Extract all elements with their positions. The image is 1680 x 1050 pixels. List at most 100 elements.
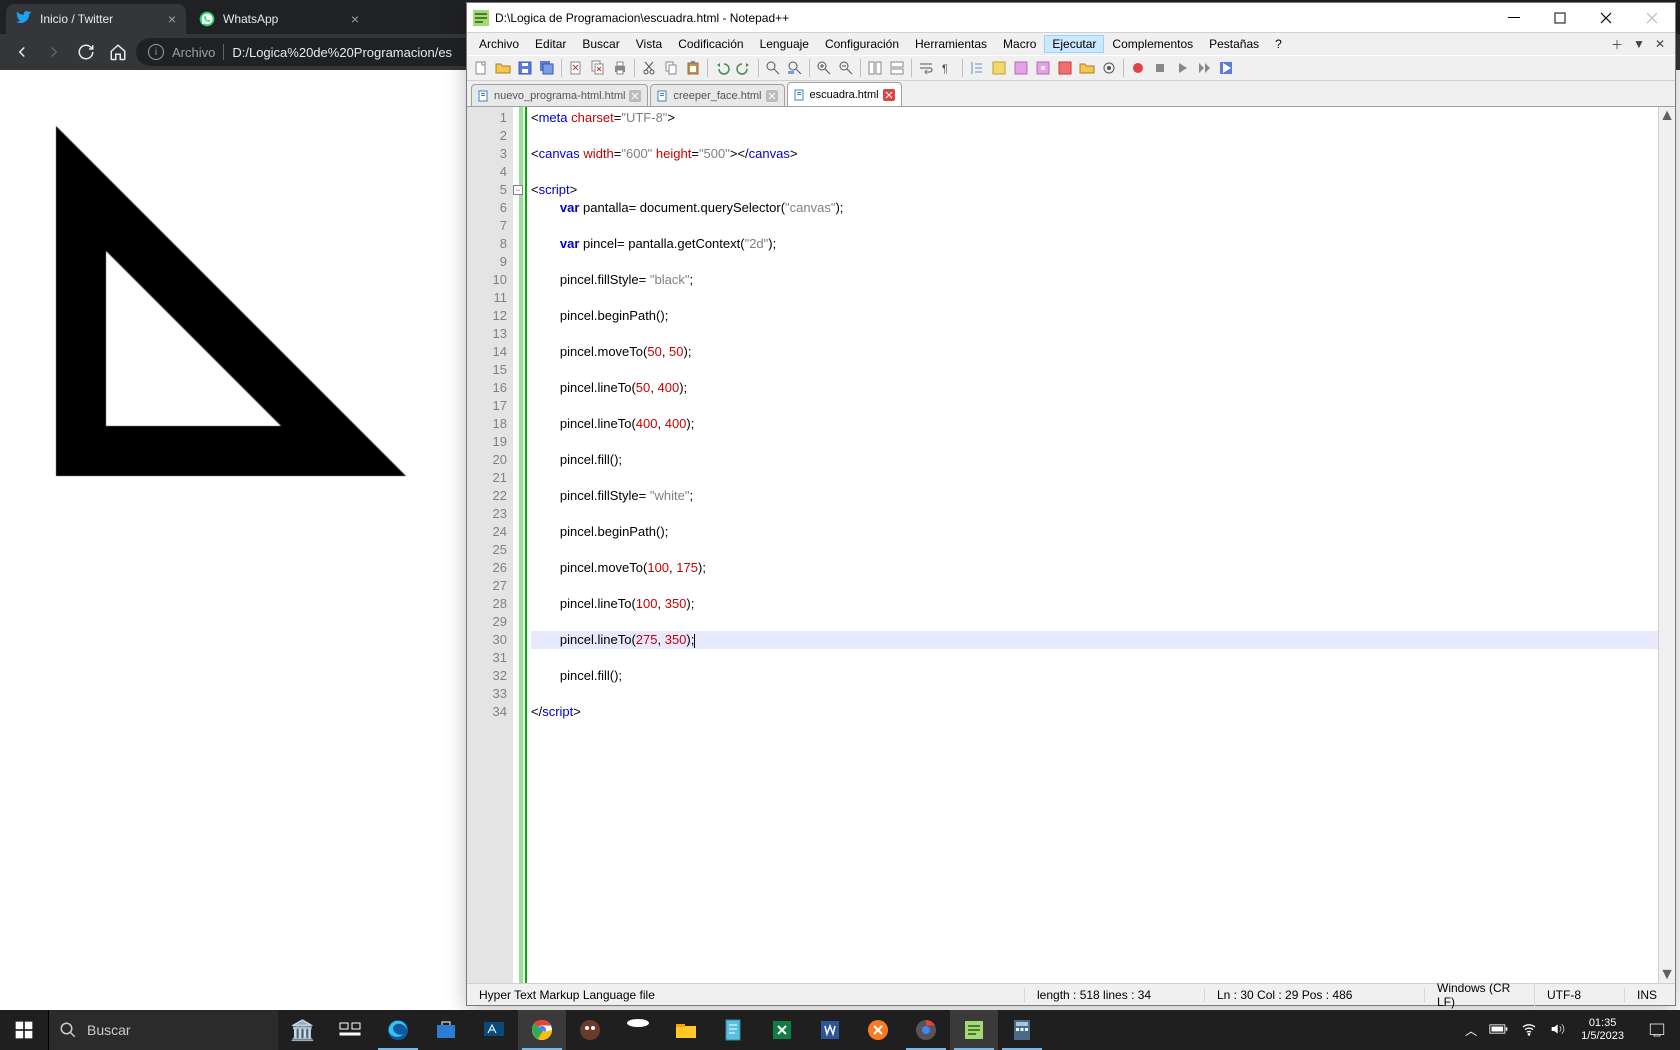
lang-format-icon[interactable] — [989, 58, 1009, 78]
code-line[interactable]: </script> — [531, 703, 1658, 721]
taskbar-gimp[interactable] — [566, 1010, 614, 1050]
taskbar-notepad[interactable] — [710, 1010, 758, 1050]
code-line[interactable]: pincel.lineTo(400, 400); — [531, 415, 1658, 433]
code-line[interactable] — [531, 127, 1658, 145]
notification-button[interactable] — [1634, 1010, 1680, 1050]
taskbar-notepadpp[interactable] — [950, 1010, 998, 1050]
file-tab[interactable]: escuadra.html — [787, 82, 902, 106]
fold-margin[interactable]: − — [513, 107, 527, 983]
tray-wifi-icon[interactable] — [1515, 1021, 1543, 1040]
code-line[interactable] — [531, 649, 1658, 667]
menu-codificación[interactable]: Codificación — [670, 35, 751, 53]
record-macro-icon[interactable] — [1128, 58, 1148, 78]
copy-icon[interactable] — [661, 58, 681, 78]
menu-herramientas[interactable]: Herramientas — [907, 35, 995, 53]
wordwrap-icon[interactable] — [916, 58, 936, 78]
chevron-down-icon[interactable]: ▼ — [1633, 37, 1645, 51]
menu-ejecutar[interactable]: Ejecutar — [1044, 35, 1104, 53]
taskbar-samsung[interactable] — [614, 1010, 662, 1050]
close-icon[interactable]: × — [168, 11, 176, 27]
taskbar-word[interactable] — [806, 1010, 854, 1050]
taskbar-chrome2[interactable] — [902, 1010, 950, 1050]
function-list-icon[interactable] — [1011, 58, 1031, 78]
code-line[interactable]: pincel.lineTo(50, 400); — [531, 379, 1658, 397]
code-line[interactable] — [531, 505, 1658, 523]
chrome-tab-twitter[interactable]: Inicio / Twitter × — [6, 4, 186, 34]
code-line[interactable]: pincel.fill(); — [531, 667, 1658, 685]
doc-map-icon[interactable] — [1055, 58, 1075, 78]
maximize-button[interactable] — [1537, 3, 1583, 32]
print-icon[interactable] — [610, 58, 630, 78]
taskbar-weather[interactable]: 🏛️ — [278, 1010, 326, 1050]
taskbar-taskview[interactable] — [326, 1010, 374, 1050]
minimize-button[interactable] — [1491, 3, 1537, 32]
npp-titlebar[interactable]: D:\Logica de Programacion\escuadra.html … — [467, 3, 1675, 33]
code-line[interactable] — [531, 577, 1658, 595]
close-icon[interactable] — [629, 90, 641, 102]
menu-macro[interactable]: Macro — [995, 35, 1044, 53]
menu-?[interactable]: ? — [1267, 35, 1290, 53]
code-line[interactable]: <meta charset="UTF-8"> — [531, 109, 1658, 127]
menu-configuración[interactable]: Configuración — [817, 35, 907, 53]
tray-volume-icon[interactable] — [1543, 1021, 1571, 1040]
code-line[interactable]: pincel.fill(); — [531, 451, 1658, 469]
menu-archivo[interactable]: Archivo — [471, 35, 527, 53]
code-line[interactable]: pincel.beginPath(); — [531, 307, 1658, 325]
taskbar-excel[interactable] — [758, 1010, 806, 1050]
new-file-icon[interactable] — [471, 58, 491, 78]
tray-chevron-up-icon[interactable]: ︿ — [1459, 1022, 1483, 1039]
code-line[interactable]: pincel.fillStyle= "black"; — [531, 271, 1658, 289]
folder-as-ws-icon[interactable] — [1033, 58, 1053, 78]
code-line[interactable] — [531, 361, 1658, 379]
close-icon[interactable] — [883, 89, 895, 101]
open-file-icon[interactable] — [493, 58, 513, 78]
taskbar-edge[interactable] — [374, 1010, 422, 1050]
code-line[interactable]: pincel.beginPath(); — [531, 523, 1658, 541]
code-line[interactable] — [531, 253, 1658, 271]
scroll-track[interactable] — [1659, 124, 1675, 966]
taskbar-chrome[interactable] — [518, 1010, 566, 1050]
menu-vista[interactable]: Vista — [628, 35, 670, 53]
close-all-icon[interactable] — [588, 58, 608, 78]
save-all-icon[interactable] — [537, 58, 557, 78]
code-line[interactable]: <canvas width="600" height="500"></canva… — [531, 145, 1658, 163]
taskbar-app1[interactable] — [470, 1010, 518, 1050]
code-line[interactable]: <script> — [531, 181, 1658, 199]
save-icon[interactable] — [515, 58, 535, 78]
code-line[interactable] — [531, 163, 1658, 181]
code-line[interactable] — [531, 397, 1658, 415]
menu-lenguaje[interactable]: Lenguaje — [752, 35, 817, 53]
scroll-down-icon[interactable]: ▼ — [1659, 966, 1675, 983]
back-button[interactable] — [8, 38, 36, 66]
indent-guide-icon[interactable] — [967, 58, 987, 78]
code-line[interactable] — [531, 289, 1658, 307]
stop-macro-icon[interactable] — [1150, 58, 1170, 78]
code-line[interactable]: pincel.moveTo(50, 50); — [531, 343, 1658, 361]
taskbar-clock[interactable]: 01:35 1/5/2023 — [1571, 1017, 1634, 1043]
code-line[interactable] — [531, 541, 1658, 559]
reload-button[interactable] — [72, 38, 100, 66]
redo-icon[interactable] — [734, 58, 754, 78]
taskbar-store[interactable] — [422, 1010, 470, 1050]
vertical-scrollbar[interactable]: ▲ ▼ — [1658, 107, 1675, 983]
close-file-icon[interactable] — [566, 58, 586, 78]
code-area[interactable]: <meta charset="UTF-8"> <canvas width="60… — [527, 107, 1658, 983]
code-line[interactable]: pincel.moveTo(100, 175); — [531, 559, 1658, 577]
cut-icon[interactable] — [639, 58, 659, 78]
save-macro-icon[interactable] — [1216, 58, 1236, 78]
code-line[interactable] — [531, 217, 1658, 235]
play-macro-icon[interactable] — [1172, 58, 1192, 78]
scroll-up-icon[interactable]: ▲ — [1659, 107, 1675, 124]
doc-list-icon[interactable] — [1077, 58, 1097, 78]
sync-v-icon[interactable] — [865, 58, 885, 78]
code-line[interactable]: var pantalla= document.querySelector("ca… — [531, 199, 1658, 217]
taskbar-explorer[interactable] — [662, 1010, 710, 1050]
replace-icon[interactable] — [785, 58, 805, 78]
chrome-tab-whatsapp[interactable]: WhatsApp × — [189, 4, 369, 34]
menu-complementos[interactable]: Complementos — [1104, 35, 1201, 53]
start-button[interactable] — [0, 1010, 48, 1050]
zoom-out-icon[interactable] — [836, 58, 856, 78]
menu-editar[interactable]: Editar — [527, 35, 574, 53]
tray-battery-icon[interactable] — [1483, 1023, 1515, 1038]
code-line[interactable]: var pincel= pantalla.getContext("2d"); — [531, 235, 1658, 253]
